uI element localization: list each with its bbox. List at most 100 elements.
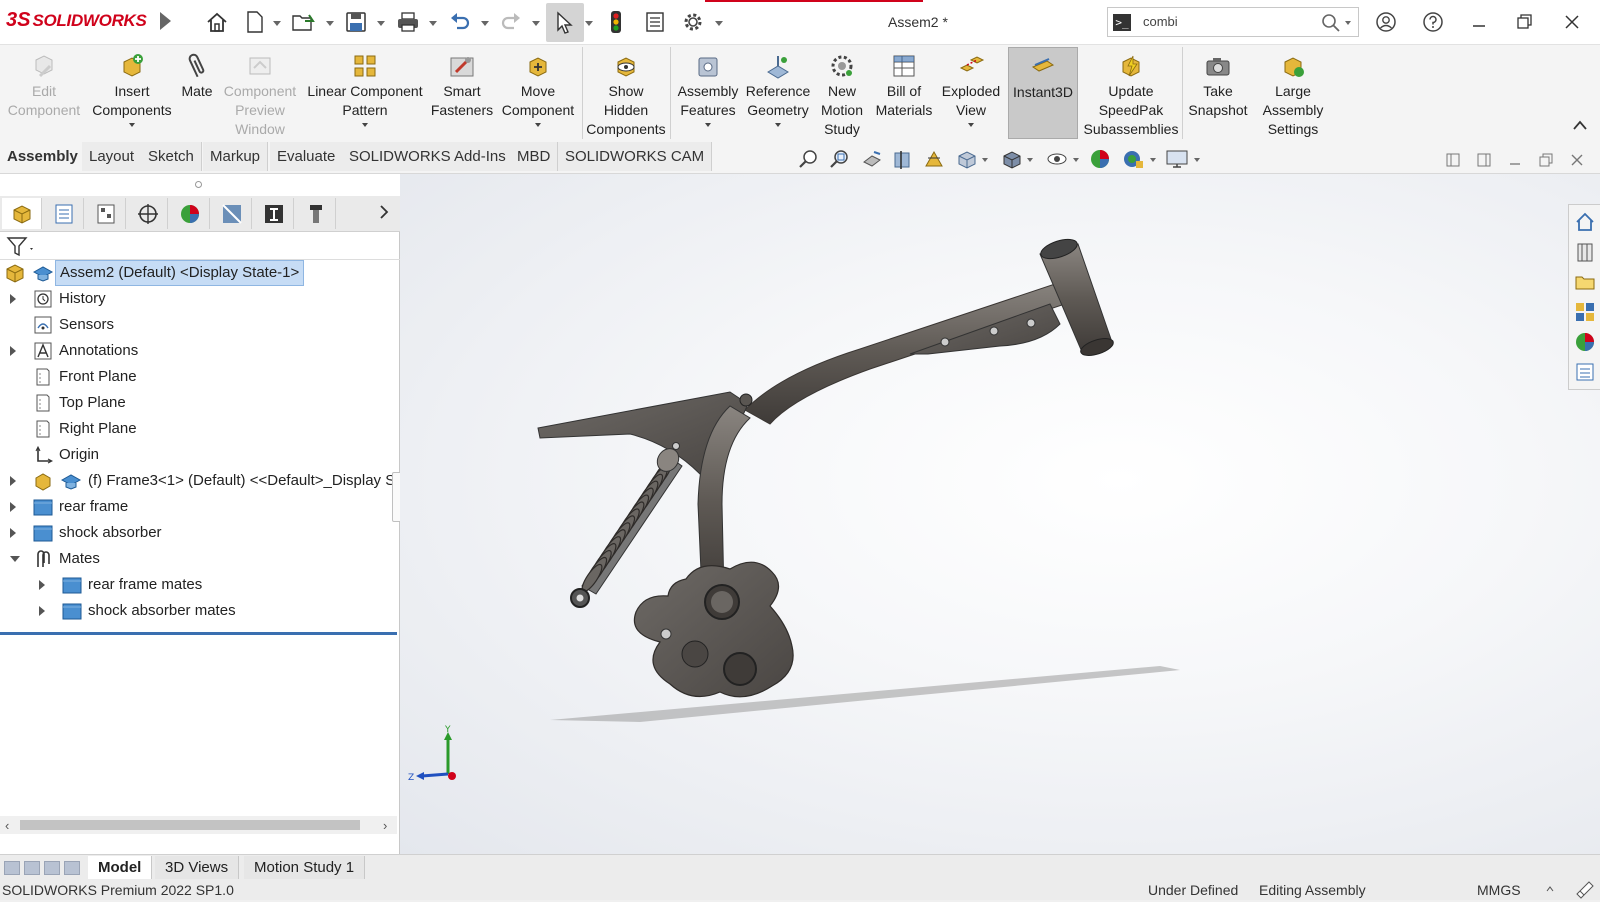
undo-dropdown-icon[interactable] [481,21,489,26]
display-style-icon[interactable] [1000,147,1024,171]
display-style-dropdown-icon[interactable] [1027,158,1033,162]
move-component-button[interactable]: Move Component [496,47,580,139]
linear-component-pattern-button[interactable]: Linear Component Pattern [302,47,428,139]
tree-item-top-plane[interactable]: Top Plane [0,390,400,416]
redo-icon[interactable] [498,8,524,36]
tab-layout[interactable]: Layout [82,142,143,171]
configuration-manager-tab-icon[interactable] [86,198,126,229]
previous-view-icon[interactable] [860,147,884,171]
user-account-icon[interactable] [1371,8,1401,36]
new-dropdown-icon[interactable] [273,21,281,26]
bottom-bracket-plate[interactable] [633,561,794,698]
tree-item-shock-absorber-mates[interactable]: shock absorber mates [0,598,400,624]
undo-icon[interactable] [447,8,473,36]
assembly-features-dropdown-icon[interactable] [705,123,711,127]
apply-scene-icon[interactable] [1120,147,1146,171]
tab-motion-study-1[interactable]: Motion Study 1 [244,856,366,879]
hide-show-dropdown-icon[interactable] [1073,158,1079,162]
custom-properties-icon[interactable] [1573,360,1597,384]
tree-item-front-plane[interactable]: Front Plane [0,364,400,390]
viewport-tile-right-icon[interactable] [1474,150,1494,170]
motorcycle-frame-model[interactable] [400,174,1600,854]
top-tube[interactable] [744,278,1081,425]
print-icon[interactable] [395,8,421,36]
scrollbar-thumb[interactable] [20,820,360,830]
redo-dropdown-icon[interactable] [532,21,540,26]
expand-triangle-icon[interactable] [10,294,16,304]
tab-mbd[interactable]: MBD [510,142,559,171]
tab-evaluate[interactable]: Evaluate [270,142,344,171]
tab-3d-views[interactable]: 3D Views [155,856,240,879]
cam-tool-tree-tab-icon[interactable] [296,198,336,229]
assembly-features-button[interactable]: Assembly Features [672,47,744,139]
cam-operation-tree-tab-icon[interactable] [254,198,294,229]
viewport-minimize-icon[interactable] [1505,150,1525,170]
tree-item-shock-absorber[interactable]: shock absorber [0,520,400,546]
dimxpert-manager-tab-icon[interactable] [128,198,168,229]
appearances-scenes-icon[interactable] [1573,330,1597,354]
new-document-icon[interactable] [243,8,267,36]
search-box[interactable]: >_ combi [1107,7,1359,37]
tree-item-rear-frame[interactable]: rear frame [0,494,400,520]
last-tab-nav-icon[interactable] [64,861,80,875]
instant3d-button[interactable]: Instant3D [1008,47,1078,139]
rollback-bar[interactable] [0,632,397,635]
units-dropdown-icon[interactable] [1546,880,1554,896]
tree-filter-bar[interactable] [0,232,400,260]
file-explorer-icon[interactable] [1573,270,1597,294]
zoom-to-fit-icon[interactable] [798,147,820,171]
restore-icon[interactable] [1510,8,1540,36]
rebuild-status-icon[interactable] [1574,879,1596,902]
linear-pattern-dropdown-icon[interactable] [362,123,368,127]
component-preview-window-button[interactable]: Component Preview Window [218,47,302,139]
insert-components-button[interactable]: Insert Components [88,47,176,139]
expand-triangle-icon[interactable] [39,606,45,616]
edit-component-button[interactable]: Edit Component [4,47,84,139]
first-tab-nav-icon[interactable] [4,861,20,875]
insert-components-dropdown-icon[interactable] [129,123,135,127]
zoom-to-area-icon[interactable] [829,147,851,171]
tab-solidworks-cam[interactable]: SOLIDWORKS CAM [558,142,713,171]
tree-item-history[interactable]: History [0,286,400,312]
options-gear-icon[interactable] [680,8,706,36]
filter-funnel-icon[interactable] [6,236,36,261]
next-tab-chevron-icon[interactable] [378,204,390,223]
feature-manager-tab-icon[interactable] [2,198,42,229]
new-motion-study-button[interactable]: New Motion Study [814,47,870,139]
tree-item-rear-frame-mates[interactable]: rear frame mates [0,572,400,598]
select-dropdown-icon[interactable] [585,21,593,26]
reference-geometry-button[interactable]: Reference Geometry [744,47,812,139]
view-orientation-icon[interactable] [955,147,979,171]
file-properties-icon[interactable] [643,8,667,36]
menu-flyout-arrow-icon[interactable] [160,12,171,30]
show-hidden-components-button[interactable]: Show Hidden Components [584,47,668,139]
tab-assembly[interactable]: Assembly [0,142,85,171]
open-dropdown-icon[interactable] [326,21,334,26]
unit-system[interactable]: MMGS [1477,882,1521,898]
expand-triangle-icon[interactable] [10,476,16,486]
search-dropdown-icon[interactable] [1345,21,1351,25]
tree-item-origin[interactable]: Origin [0,442,400,468]
large-assembly-settings-button[interactable]: Large Assembly Settings [1252,47,1334,139]
home-icon[interactable] [203,8,231,36]
expand-triangle-icon[interactable] [10,502,16,512]
tab-solidworks-addins[interactable]: SOLIDWORKS Add-Ins [342,142,514,171]
move-component-dropdown-icon[interactable] [535,123,541,127]
view-settings-monitor-icon[interactable] [1165,147,1191,171]
tree-item-annotations[interactable]: Annotations [0,338,400,364]
scroll-right-icon[interactable]: › [383,818,387,833]
prev-tab-nav-icon[interactable] [24,861,40,875]
collapse-triangle-icon[interactable] [10,556,20,562]
tree-horizontal-scrollbar[interactable]: ‹ › [0,816,397,834]
select-cursor-icon[interactable] [546,3,584,42]
tree-item-f-frame3-1-default-default-display-st[interactable]: (f) Frame3<1> (Default) <<Default>_Displ… [0,468,400,494]
tree-root-assembly[interactable]: Assem2 (Default) <Display State-1> [0,260,400,286]
tree-item-right-plane[interactable]: Right Plane [0,416,400,442]
viewport-close-icon[interactable] [1567,150,1587,170]
view-orientation-dropdown-icon[interactable] [982,158,988,162]
tree-item-mates[interactable]: Mates [0,546,400,572]
mate-button[interactable]: Mate [176,47,218,139]
property-manager-tab-icon[interactable] [44,198,84,229]
smart-fasteners-button[interactable]: Smart Fasteners [428,47,496,139]
edit-appearance-icon[interactable] [1088,147,1112,171]
